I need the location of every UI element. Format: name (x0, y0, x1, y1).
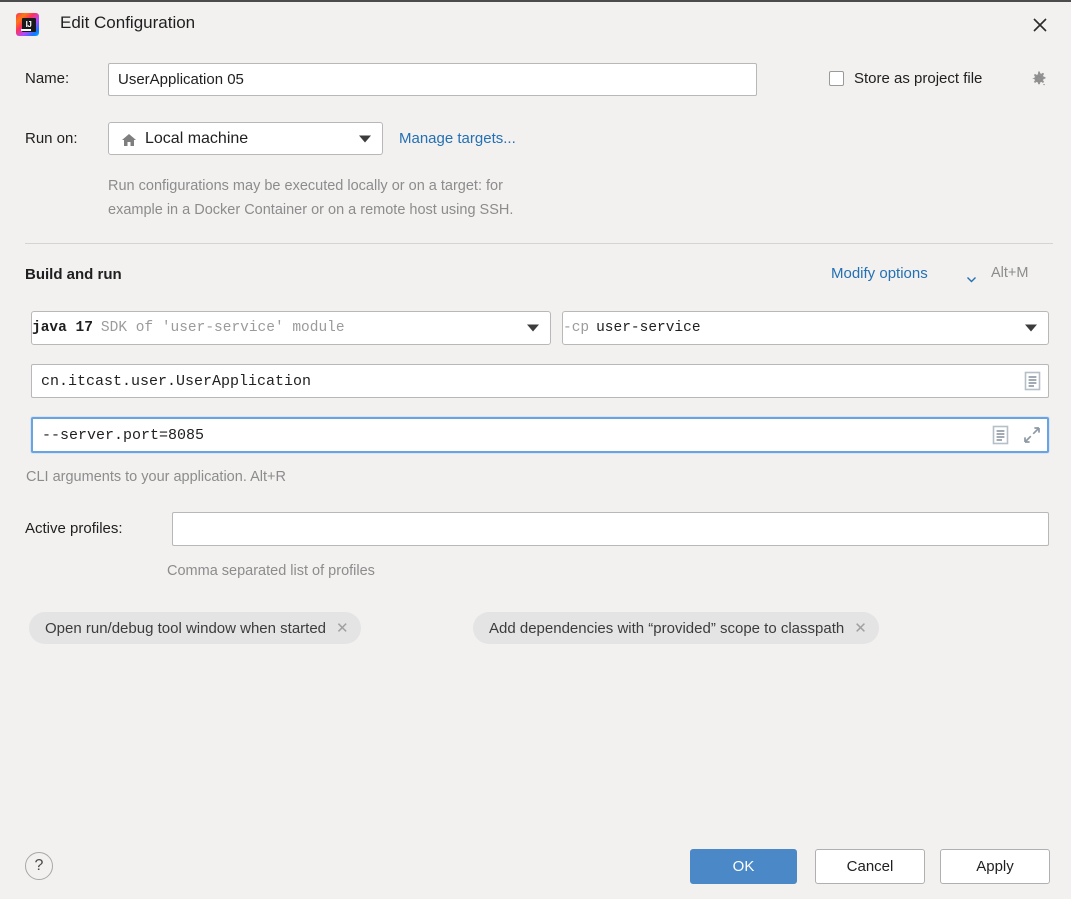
program-arguments-input[interactable]: --server.port=8085 (31, 417, 1049, 453)
name-input-value: UserApplication 05 (118, 71, 244, 88)
help-button[interactable]: ? (25, 852, 53, 880)
chevron-down-icon[interactable] (964, 272, 978, 286)
dialog-title-bar: IJ Edit Configuration (0, 0, 1071, 45)
program-arguments-value: --server.port=8085 (42, 426, 205, 444)
name-label: Name: (25, 70, 70, 87)
close-icon[interactable]: ✕ (336, 621, 349, 636)
ok-button-label: OK (732, 858, 755, 875)
run-on-description-line-2: example in a Docker Container or on a re… (108, 202, 514, 218)
chevron-down-icon (1025, 324, 1037, 332)
chevron-down-icon (527, 324, 539, 332)
store-as-project-file-checkbox[interactable] (829, 71, 844, 86)
option-chip-add-provided-dependencies[interactable]: Add dependencies with “provided” scope t… (473, 612, 879, 644)
run-on-description-line-1: Run configurations may be executed local… (108, 178, 503, 194)
jre-combo[interactable]: java 17 SDK of 'user-service' module (31, 311, 551, 345)
active-profiles-label: Active profiles: (25, 520, 123, 537)
program-arguments-hint: CLI arguments to your application. Alt+R (26, 469, 286, 485)
build-and-run-section-title: Build and run (25, 266, 122, 283)
manage-targets-link[interactable]: Manage targets... (399, 130, 516, 147)
cancel-button[interactable]: Cancel (815, 849, 925, 884)
modify-options-link[interactable]: Modify options (831, 265, 928, 282)
option-chip-open-run-debug-tool-window[interactable]: Open run/debug tool window when started … (29, 612, 361, 644)
classpath-combo[interactable]: -cp user-service (562, 311, 1049, 345)
run-on-target-combo[interactable]: Local machine (108, 122, 383, 155)
modify-options-shortcut: Alt+M (991, 265, 1029, 281)
document-list-icon[interactable] (1022, 370, 1042, 392)
expand-arrows-icon[interactable] (1022, 425, 1042, 445)
classpath-combo-value: user-service (596, 320, 701, 336)
jre-combo-value: java 17 (32, 320, 93, 336)
intellij-idea-logo-icon: IJ (16, 13, 39, 36)
apply-button-label: Apply (976, 858, 1014, 875)
chevron-down-icon (359, 135, 371, 142)
close-icon[interactable]: ✕ (854, 621, 867, 636)
name-input[interactable]: UserApplication 05 (108, 63, 757, 96)
run-on-label: Run on: (25, 130, 78, 147)
ok-button[interactable]: OK (690, 849, 797, 884)
main-class-input[interactable]: cn.itcast.user.UserApplication (31, 364, 1049, 398)
close-icon[interactable] (1025, 10, 1055, 40)
active-profiles-hint: Comma separated list of profiles (167, 563, 375, 579)
home-icon (120, 131, 138, 149)
document-list-icon[interactable] (990, 424, 1010, 446)
section-separator (25, 243, 1053, 244)
store-as-project-file-label: Store as project file (854, 70, 983, 87)
gear-icon[interactable] (1029, 69, 1049, 89)
dialog-title: Edit Configuration (60, 13, 196, 32)
main-class-value: cn.itcast.user.UserApplication (41, 372, 312, 390)
classpath-combo-flag: -cp (563, 320, 590, 336)
jre-combo-secondary: SDK of 'user-service' module (100, 320, 345, 336)
apply-button[interactable]: Apply (940, 849, 1050, 884)
option-chip-label: Add dependencies with “provided” scope t… (489, 619, 845, 637)
cancel-button-label: Cancel (846, 858, 894, 875)
help-button-label: ? (34, 857, 44, 874)
option-chip-label: Open run/debug tool window when started (45, 619, 327, 637)
active-profiles-input[interactable] (172, 512, 1049, 546)
